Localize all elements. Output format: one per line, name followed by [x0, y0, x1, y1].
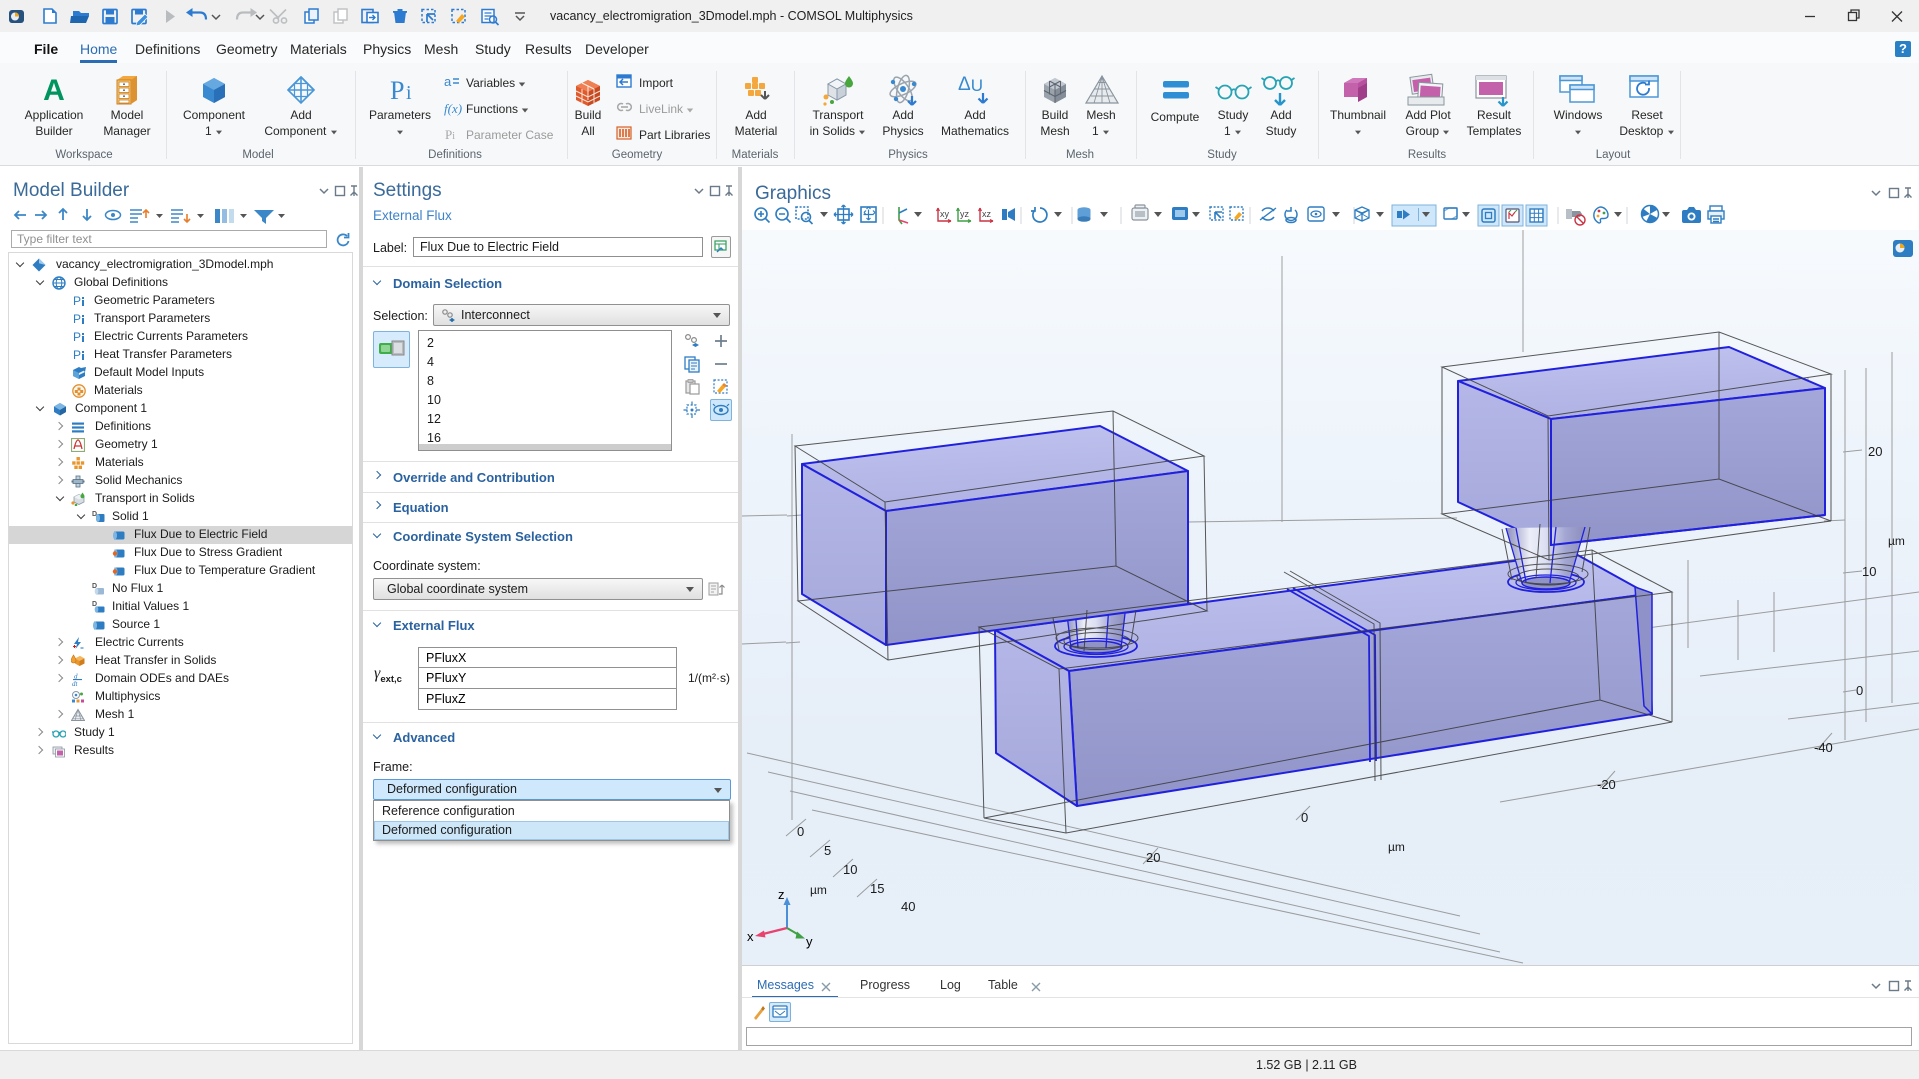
- svg-text:y: y: [806, 934, 813, 949]
- svg-text:Pi: Pi: [445, 127, 455, 142]
- svg-text:0: 0: [797, 824, 804, 839]
- svg-text:P: P: [390, 76, 404, 105]
- svg-text:20: 20: [1868, 444, 1882, 459]
- svg-text:i: i: [406, 82, 412, 104]
- svg-text:xz: xz: [982, 209, 992, 219]
- svg-text:5: 5: [824, 843, 831, 858]
- svg-text:P: P: [73, 330, 81, 344]
- svg-text:f(x): f(x): [444, 101, 462, 116]
- svg-text:µm: µm: [1388, 840, 1405, 854]
- svg-text:µm: µm: [810, 883, 827, 897]
- svg-text:P: P: [73, 294, 81, 308]
- svg-text:z: z: [778, 887, 785, 902]
- svg-text:-40: -40: [1814, 740, 1833, 755]
- svg-text:ΔU: ΔU: [958, 74, 983, 95]
- svg-text:20: 20: [1146, 850, 1160, 865]
- svg-text:0: 0: [1856, 683, 1863, 698]
- svg-text:x: x: [747, 929, 754, 944]
- svg-text:10: 10: [843, 862, 857, 877]
- svg-text:-20: -20: [1597, 777, 1616, 792]
- svg-text:xy: xy: [940, 209, 950, 219]
- svg-text:15: 15: [870, 881, 884, 896]
- svg-text:P: P: [73, 348, 81, 362]
- svg-text:yz: yz: [960, 209, 970, 219]
- svg-text:10: 10: [1862, 564, 1876, 579]
- svg-text:a: a: [444, 74, 452, 89]
- svg-text:dt: dt: [72, 680, 79, 686]
- svg-text:0: 0: [1301, 810, 1308, 825]
- svg-text:40: 40: [901, 899, 915, 914]
- svg-text:µm: µm: [1888, 534, 1905, 548]
- svg-text:P: P: [73, 312, 81, 326]
- svg-text:A: A: [43, 74, 65, 106]
